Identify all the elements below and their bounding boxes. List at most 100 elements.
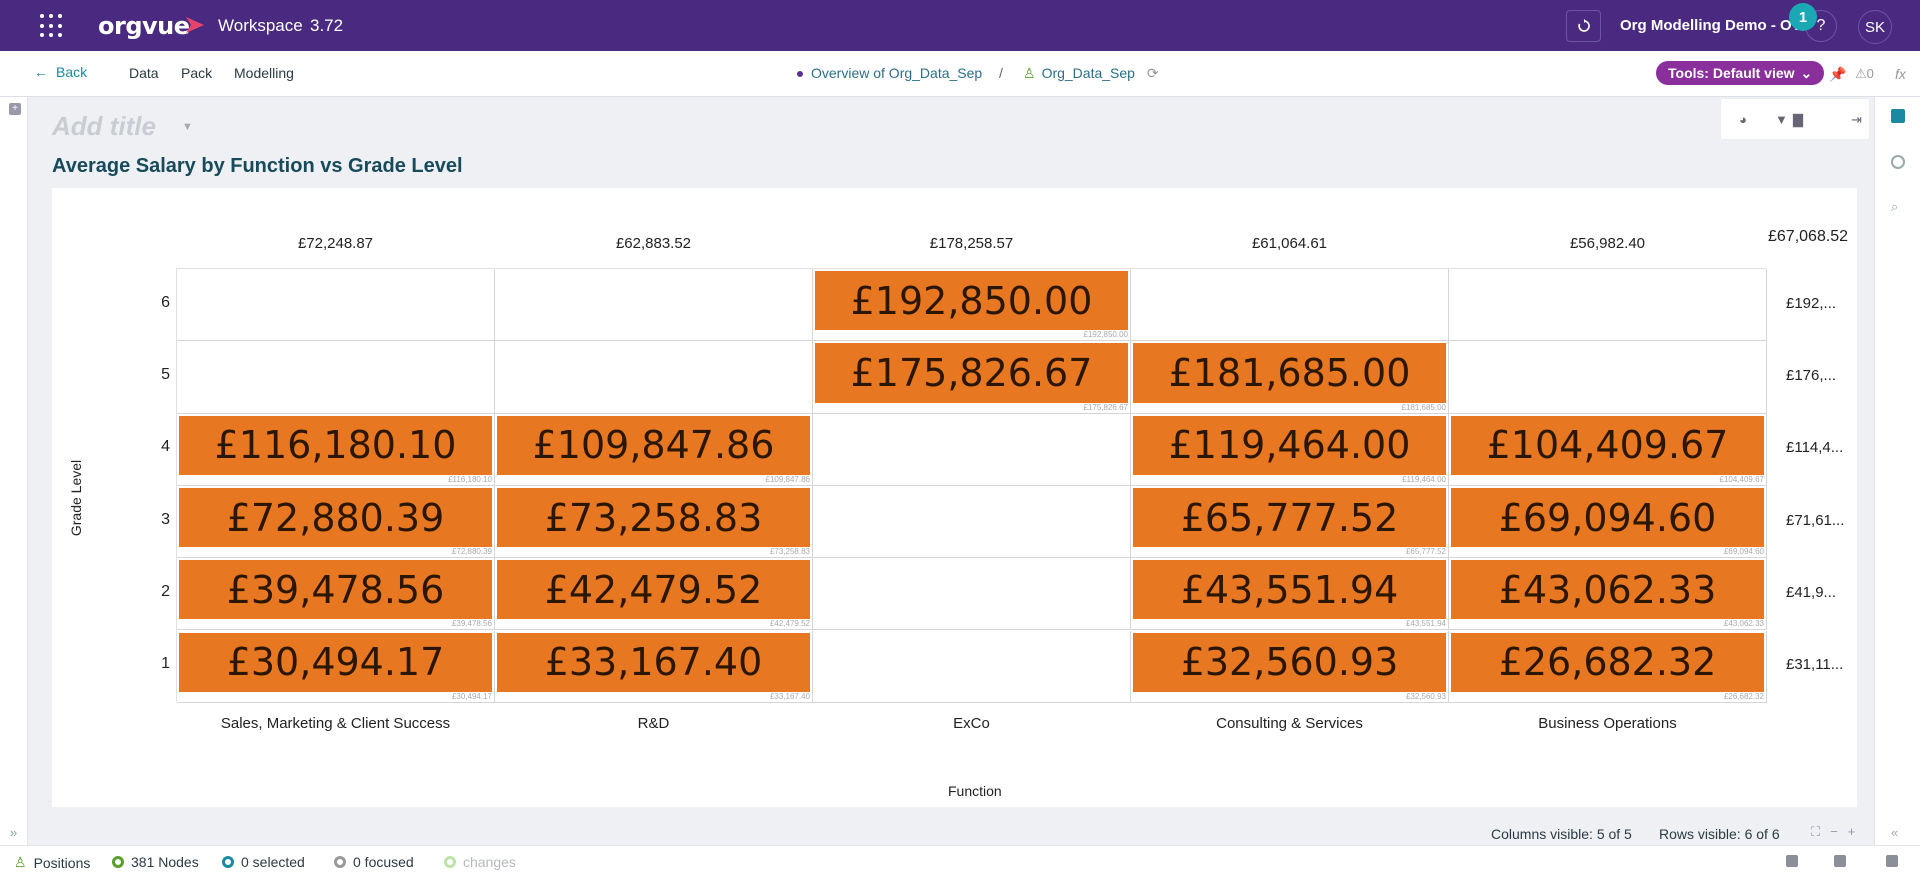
heatmap-cell[interactable] [813, 630, 1131, 703]
brand-logo[interactable]: orgvue [98, 12, 190, 40]
heatmap-cell[interactable] [813, 485, 1131, 559]
selected-count[interactable]: 0 selected [222, 854, 305, 870]
selected-icon [222, 856, 234, 868]
heatmap-cell[interactable] [177, 269, 495, 342]
grand-total: £67,068.52 [1768, 228, 1849, 245]
heatmap-cell[interactable] [495, 269, 813, 342]
column-total: £56,982.40 [1569, 235, 1646, 252]
heatmap-cell[interactable] [813, 558, 1131, 631]
add-title-input[interactable]: Add title [52, 111, 156, 142]
heatmap-cell[interactable]: £116,180.10 £116,180.10 [177, 413, 495, 486]
heatmap-cell[interactable]: £104,409.67 £104,409.67 [1449, 413, 1767, 486]
zoom-in-icon[interactable]: + [1848, 824, 1856, 839]
heatmap-value: £43,062.33 [1451, 560, 1764, 620]
heatmap-value: £109,847.86 [497, 415, 810, 475]
heatmap-cell[interactable] [495, 341, 813, 414]
heatmap-cell[interactable]: £39,478.56 £39,478.56 [177, 558, 495, 631]
heatmap-value: £119,464.00 [1133, 415, 1446, 475]
project-name[interactable]: Org Modelling Demo - OV [1620, 17, 1802, 34]
copy-icon[interactable] [1834, 855, 1846, 867]
row-total: £31,11... [1786, 656, 1844, 673]
heatmap-cell[interactable] [1449, 269, 1767, 342]
sync-icon[interactable]: ⟳ [1147, 65, 1159, 81]
positions-dataset[interactable]: ♙ Positions [14, 854, 90, 871]
heatmap-cell[interactable] [1131, 269, 1449, 342]
collapse-rail-icon[interactable]: « [1891, 825, 1905, 840]
formula-icon[interactable]: fx [1895, 66, 1906, 82]
heatmap-cell[interactable] [813, 413, 1131, 486]
heatmap-cell[interactable]: £69,094.60 £69,094.60 [1449, 485, 1767, 559]
zoom-out-icon[interactable]: − [1830, 824, 1838, 839]
heatmap-cell[interactable]: £30,494.17 £30,494.17 [177, 630, 495, 703]
expand-rail-icon[interactable]: » [10, 825, 17, 840]
settings-circle-icon[interactable] [1891, 155, 1905, 169]
heatmap-cell[interactable]: £43,062.33 £43,062.33 [1449, 558, 1767, 631]
add-panel-icon[interactable]: + [9, 103, 21, 115]
heatmap-value-caption: £69,094.60 [1723, 547, 1764, 557]
pin-icon[interactable]: 📌 [1829, 66, 1846, 83]
layers-icon[interactable]: ▇ [1793, 112, 1803, 128]
columns-visible: Columns visible: 5 of 5 [1491, 826, 1632, 842]
app-grid-menu-icon[interactable] [40, 14, 64, 38]
breadcrumb-separator: / [999, 65, 1003, 81]
heatmap-value: £32,560.93 [1133, 632, 1446, 692]
add-item-icon[interactable] [1786, 855, 1798, 867]
heatmap-value: £43,551.94 [1133, 560, 1446, 620]
heatmap-value-caption: £42,479.52 [769, 619, 810, 629]
heatmap-value-caption: £192,850.00 [1083, 330, 1129, 340]
heatmap-cell[interactable] [1449, 341, 1767, 414]
heatmap-cell[interactable]: £181,685.00 £181,685.00 [1131, 341, 1449, 414]
fit-screen-icon[interactable]: ⛶ [1811, 824, 1820, 839]
sync-button[interactable] [1566, 10, 1601, 42]
back-link[interactable]: ← Back [34, 64, 87, 80]
heatmap-cell[interactable]: £43,551.94 £43,551.94 [1131, 558, 1449, 631]
heatmap-value: £72,880.39 [179, 487, 492, 548]
alerts-indicator[interactable]: ⚠0 [1855, 66, 1874, 82]
chart-panel-icon[interactable] [1891, 109, 1905, 123]
column-label: Business Operations [1538, 715, 1677, 732]
delete-icon[interactable] [1886, 855, 1898, 867]
heatmap-cell[interactable]: £32,560.93 £32,560.93 [1131, 630, 1449, 703]
nav-pack[interactable]: Pack [181, 65, 212, 81]
user-avatar[interactable]: SK [1858, 10, 1892, 44]
search-icon[interactable]: ⌕ [1891, 199, 1905, 214]
tools-view-dropdown[interactable]: Tools: Default view ⌄ [1656, 61, 1825, 85]
heatmap-value-caption: £109,847.86 [765, 474, 811, 484]
column-label: Sales, Marketing & Client Success [220, 715, 451, 732]
nav-modelling[interactable]: Modelling [234, 65, 294, 81]
palette-icon[interactable]: ◕ [1739, 112, 1747, 127]
nav-data[interactable]: Data [129, 65, 159, 81]
heatmap-cell[interactable]: £119,464.00 £119,464.00 [1131, 413, 1449, 486]
heatmap-cell[interactable]: £192,850.00 £192,850.00 [813, 269, 1131, 342]
chevron-down-icon[interactable]: ▼ [182, 121, 193, 133]
right-rail: ⌕ « [1874, 97, 1920, 845]
breadcrumb-view[interactable]: Overview of Org_Data_Sep [797, 65, 982, 81]
heatmap-cell[interactable]: £65,777.52 £65,777.52 [1131, 485, 1449, 559]
sub-navigation-bar: ← Back Data Pack Modelling Overview of O… [0, 51, 1920, 97]
breadcrumb-view-label: Overview of Org_Data_Sep [811, 65, 983, 81]
nodes-count[interactable]: 381 Nodes [112, 854, 199, 870]
zoom-controls: ⛶ − + [1811, 824, 1865, 840]
notification-badge[interactable]: 1 [1789, 3, 1817, 31]
heatmap-value-caption: £33,167.40 [769, 691, 810, 701]
filter-icon[interactable]: ▼ [1775, 112, 1788, 127]
heatmap-cell[interactable]: £73,258.83 £73,258.83 [495, 485, 813, 559]
breadcrumb-dataset[interactable]: ♙ Org_Data_Sep ⟳ [1023, 65, 1159, 82]
export-icon[interactable]: ⇥ [1851, 112, 1862, 128]
heatmap-cell[interactable]: £175,826.67 £175,826.67 [813, 341, 1131, 414]
heatmap-cell[interactable]: £42,479.52 £42,479.52 [495, 558, 813, 631]
heatmap-cell[interactable]: £33,167.40 £33,167.40 [495, 630, 813, 703]
heatmap-cell[interactable]: £26,682.32 £26,682.32 [1449, 630, 1767, 703]
heatmap-cell[interactable]: £109,847.86 £109,847.86 [495, 413, 813, 486]
heatmap-cell[interactable]: £72,880.39 £72,880.39 [177, 485, 495, 559]
heatmap-value: £175,826.67 [815, 343, 1128, 403]
changes-indicator[interactable]: changes [444, 854, 516, 870]
warning-icon: ⚠ [1855, 66, 1867, 81]
arrow-left-icon: ← [34, 64, 48, 80]
focused-count[interactable]: 0 focused [334, 854, 414, 870]
column-label: Consulting & Services [1216, 715, 1363, 732]
row-total: £41,9... [1786, 584, 1837, 601]
row-label: 4 [161, 438, 170, 455]
heatmap-cell[interactable] [177, 341, 495, 414]
column-total: £61,064.61 [1251, 235, 1328, 252]
